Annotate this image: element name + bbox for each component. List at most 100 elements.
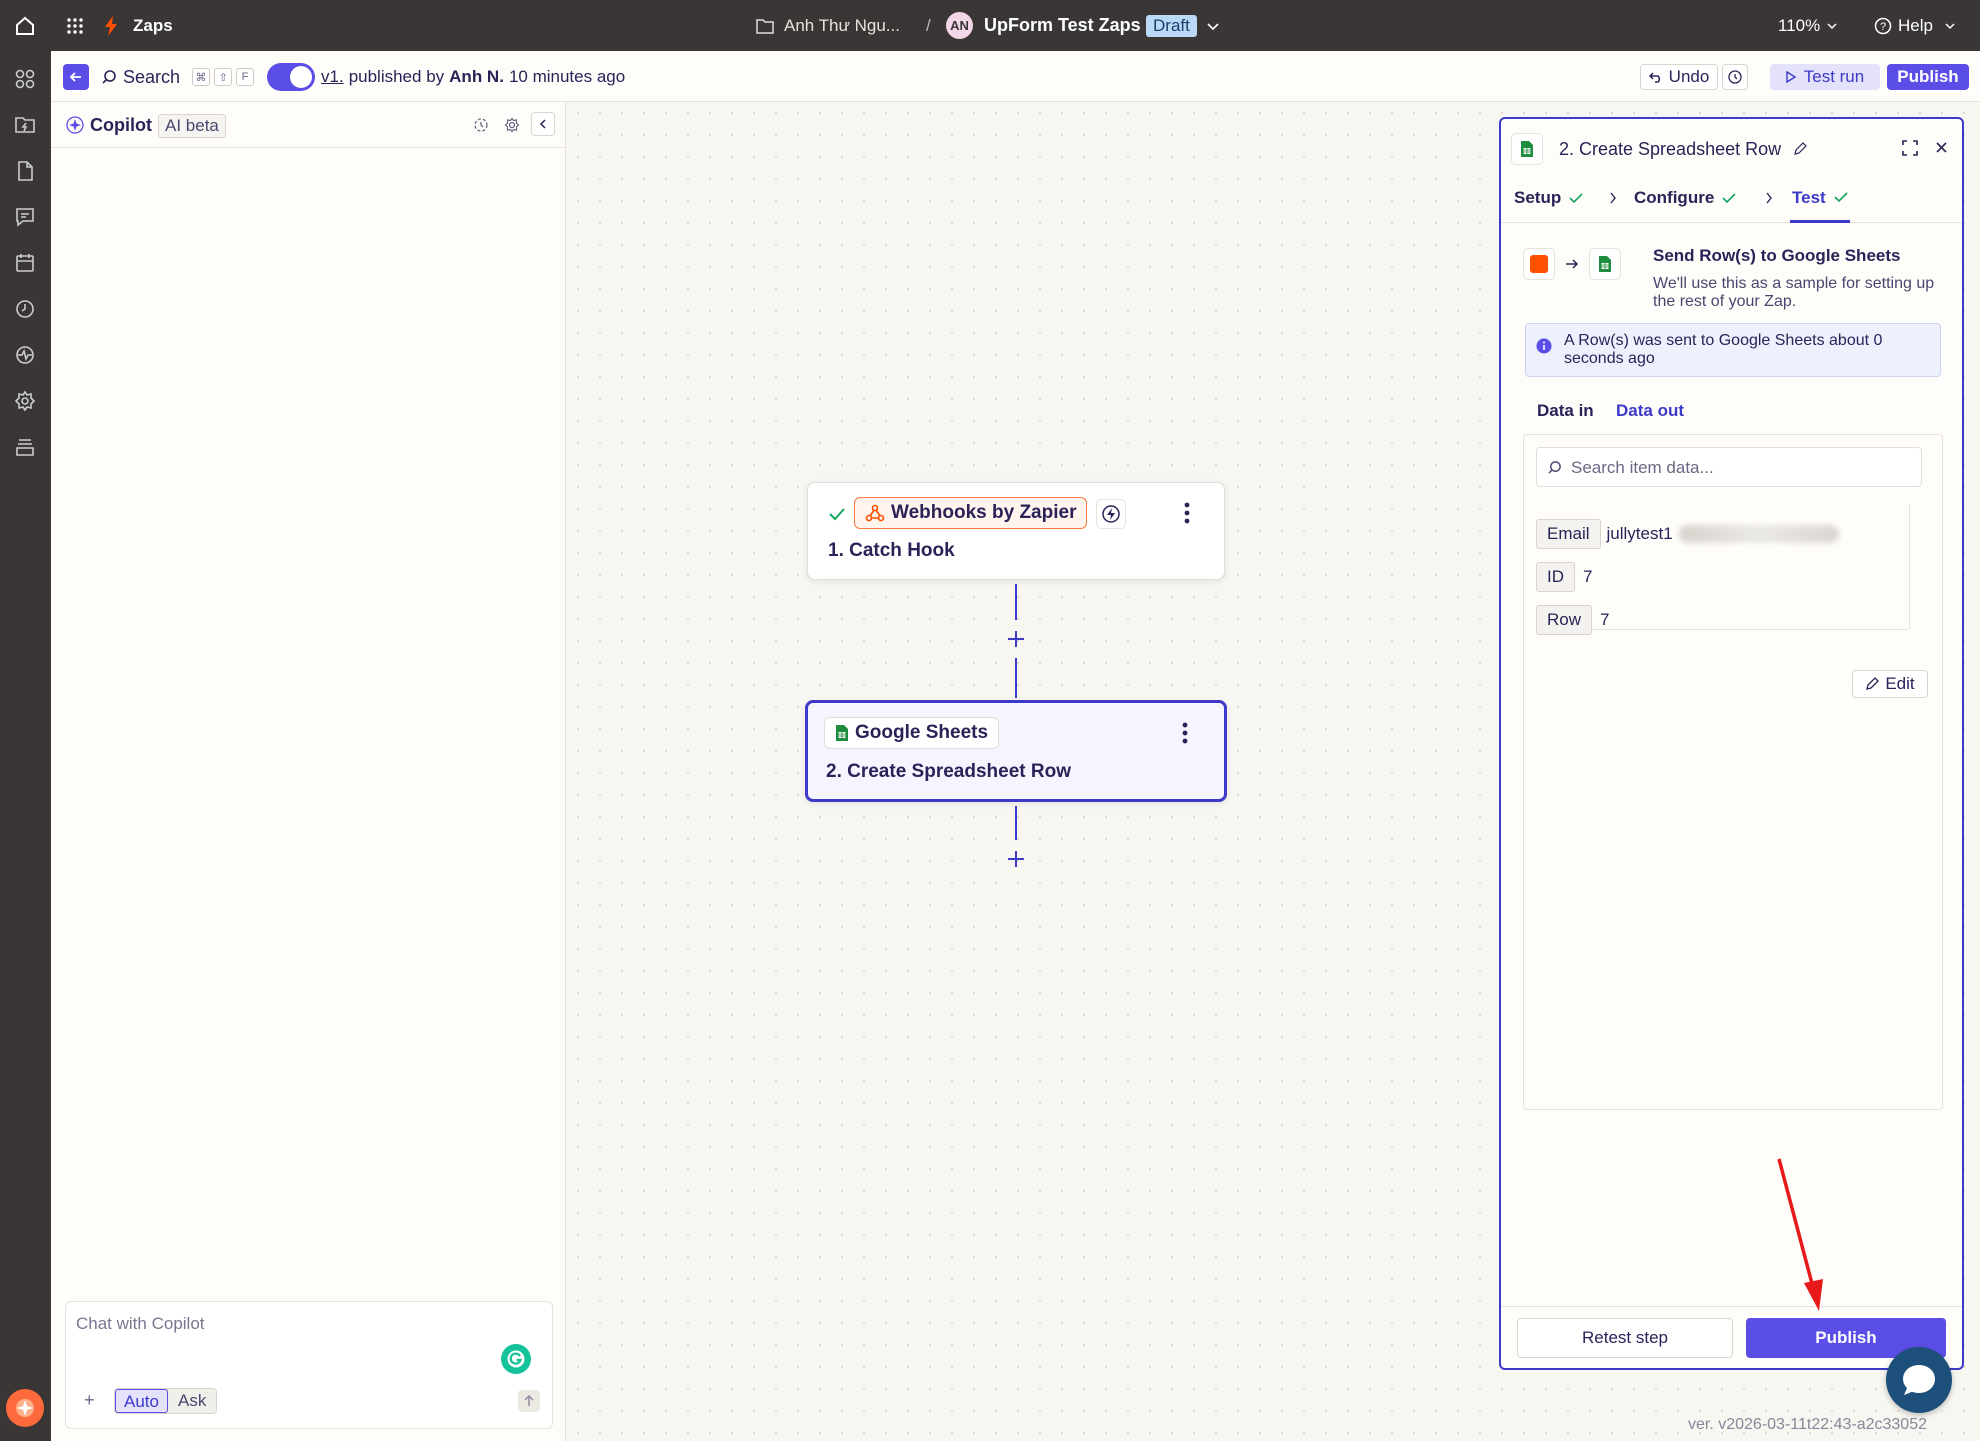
settings-gear-icon[interactable] bbox=[13, 389, 37, 413]
item-search-field[interactable]: Search item data... bbox=[1536, 447, 1922, 487]
field-key-email[interactable]: Email bbox=[1536, 519, 1601, 549]
svg-text:?: ? bbox=[1880, 21, 1886, 33]
chat-bubble-icon bbox=[1903, 1365, 1935, 1395]
published-by: Anh N. bbox=[449, 67, 504, 86]
breadcrumb-separator: / bbox=[926, 15, 931, 35]
chat-box: Chat with Copilot + Auto Ask bbox=[65, 1301, 553, 1429]
step-node-create-row[interactable]: Google Sheets 2. Create Spreadsheet Row bbox=[805, 700, 1227, 802]
panel-title[interactable]: 2. Create Spreadsheet Row bbox=[1559, 139, 1781, 160]
retest-step-button[interactable]: Retest step bbox=[1517, 1318, 1733, 1358]
data-row-email: Email jullytest1 bbox=[1536, 519, 1839, 549]
tab-configure-label: Configure bbox=[1634, 188, 1715, 207]
apps-icon[interactable] bbox=[13, 67, 37, 91]
tables-document-icon[interactable] bbox=[13, 159, 37, 183]
app-title[interactable]: Zaps bbox=[133, 0, 173, 51]
expand-icon[interactable] bbox=[1902, 140, 1918, 156]
zap-menu-chevron-down-icon[interactable] bbox=[1206, 0, 1220, 51]
version-string: ver. v2026-03-11t22:43-a2c33052 bbox=[1688, 1416, 1927, 1433]
toolbar-publish-button[interactable]: Publish bbox=[1887, 64, 1969, 90]
help-menu[interactable]: Help bbox=[1898, 0, 1933, 51]
connector-line bbox=[1015, 584, 1017, 620]
data-scrollbar[interactable] bbox=[1909, 505, 1925, 629]
zap-name[interactable]: UpForm Test Zaps bbox=[984, 0, 1141, 51]
zap-bolt-icon bbox=[103, 0, 119, 51]
copilot-history-icon[interactable] bbox=[473, 117, 489, 133]
google-sheets-icon bbox=[1599, 256, 1611, 272]
panel-app-icon bbox=[1511, 133, 1543, 165]
step-node-catch-hook[interactable]: Webhooks by Zapier 1. Catch Hook bbox=[807, 482, 1225, 580]
field-key-id[interactable]: ID bbox=[1536, 562, 1575, 592]
destination-app-icon bbox=[1589, 248, 1621, 280]
publish-toggle[interactable] bbox=[267, 63, 315, 91]
webhooks-app-chip: Webhooks by Zapier bbox=[854, 497, 1088, 529]
add-step-button[interactable] bbox=[1003, 626, 1029, 652]
apps-grid-icon[interactable] bbox=[66, 0, 84, 51]
kbd-f: F bbox=[236, 68, 255, 86]
connector-line bbox=[1015, 658, 1017, 698]
mode-ask-button[interactable]: Ask bbox=[168, 1389, 216, 1413]
zoom-chevron-down-icon[interactable] bbox=[1826, 0, 1838, 51]
published-prefix: published by bbox=[348, 67, 445, 86]
rename-pencil-icon[interactable] bbox=[1793, 142, 1807, 156]
send-button[interactable] bbox=[518, 1390, 540, 1412]
copilot-launcher-icon[interactable] bbox=[6, 1389, 44, 1427]
collapse-copilot-button[interactable] bbox=[531, 112, 555, 136]
field-value-id: 7 bbox=[1583, 567, 1593, 586]
test-run-button[interactable]: Test run bbox=[1770, 64, 1880, 90]
editor-toolbar: Search ⌘ ⇧ F v1. published by Anh N. 10 … bbox=[51, 51, 1980, 102]
history-button[interactable] bbox=[1722, 64, 1748, 90]
edit-button[interactable]: Edit bbox=[1852, 670, 1928, 698]
history-clock-icon[interactable] bbox=[13, 297, 37, 321]
home-icon[interactable] bbox=[14, 0, 36, 51]
chat-input[interactable]: Chat with Copilot bbox=[76, 1314, 496, 1364]
info-icon bbox=[1536, 338, 1552, 354]
copilot-sparkle-icon bbox=[66, 116, 84, 134]
data-row-row: Row 7 bbox=[1536, 605, 1609, 635]
play-icon bbox=[1786, 71, 1796, 83]
copilot-settings-gear-icon[interactable] bbox=[504, 117, 520, 133]
folder-breadcrumb[interactable]: Anh Thư Ngu... bbox=[784, 0, 900, 51]
ai-beta-badge: AI beta bbox=[158, 114, 226, 138]
data-row-id: ID 7 bbox=[1536, 562, 1592, 592]
sample-description: We'll use this as a sample for setting u… bbox=[1653, 275, 1935, 310]
step-tabs: Setup Configure Test bbox=[1501, 175, 1962, 223]
test-run-label: Test run bbox=[1803, 67, 1865, 86]
source-app-icon bbox=[1523, 248, 1555, 280]
interfaces-chat-icon[interactable] bbox=[13, 205, 37, 229]
archive-icon[interactable] bbox=[13, 435, 37, 459]
tab-setup[interactable]: Setup bbox=[1514, 175, 1583, 221]
tab-test[interactable]: Test bbox=[1790, 175, 1850, 223]
add-attachment-icon[interactable]: + bbox=[84, 1390, 95, 1411]
back-button[interactable] bbox=[63, 64, 89, 90]
grammarly-icon[interactable] bbox=[501, 1344, 531, 1374]
kbd-shift: ⇧ bbox=[214, 68, 233, 86]
close-icon[interactable] bbox=[1935, 141, 1948, 154]
field-key-row[interactable]: Row bbox=[1536, 605, 1593, 635]
node1-more-menu-icon[interactable] bbox=[1183, 501, 1191, 525]
chevron-left-icon bbox=[539, 119, 546, 129]
mode-auto-button[interactable]: Auto bbox=[115, 1389, 168, 1413]
search-button[interactable]: Search ⌘ ⇧ F bbox=[101, 64, 255, 90]
chevron-right-icon bbox=[1610, 192, 1616, 204]
plus-icon bbox=[1008, 631, 1024, 647]
help-chevron-down-icon[interactable] bbox=[1944, 0, 1956, 51]
undo-icon bbox=[1648, 72, 1660, 83]
calendar-icon[interactable] bbox=[13, 251, 37, 275]
add-step-button[interactable] bbox=[1003, 846, 1029, 872]
copilot-title: Copilot bbox=[90, 115, 152, 135]
support-chat-button[interactable] bbox=[1886, 1347, 1952, 1413]
node2-more-menu-icon[interactable] bbox=[1181, 721, 1189, 745]
tab-configure[interactable]: Configure bbox=[1634, 175, 1736, 221]
info-banner: A Row(s) was sent to Google Sheets about… bbox=[1525, 323, 1941, 377]
top-bar: Zaps Anh Thư Ngu... / AN UpForm Test Zap… bbox=[0, 0, 1980, 51]
plus-icon bbox=[1008, 851, 1024, 867]
version-link[interactable]: v1. bbox=[321, 67, 344, 87]
undo-button[interactable]: Undo bbox=[1640, 64, 1718, 90]
search-icon bbox=[102, 70, 116, 84]
zaps-folder-icon[interactable] bbox=[13, 113, 37, 137]
activity-icon[interactable] bbox=[13, 343, 37, 367]
avatar: AN bbox=[946, 0, 973, 51]
node1-step-title: 1. Catch Hook bbox=[828, 540, 955, 561]
help-icon[interactable]: ? bbox=[1874, 0, 1892, 51]
zoom-level[interactable]: 110% bbox=[1778, 0, 1820, 51]
